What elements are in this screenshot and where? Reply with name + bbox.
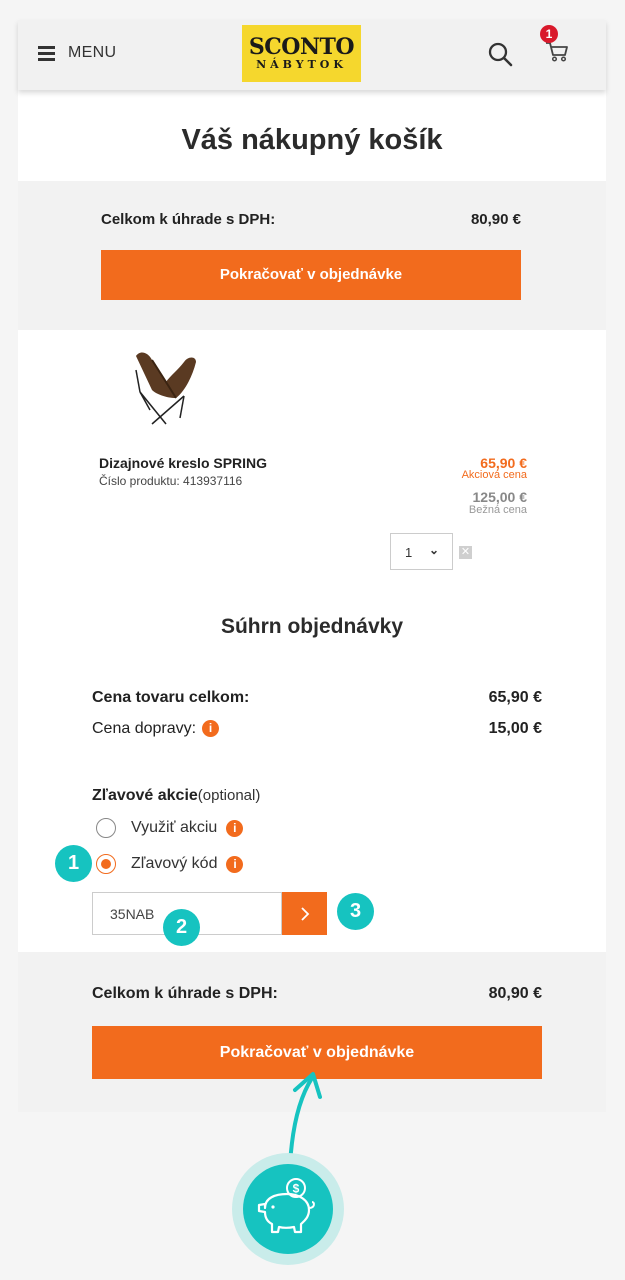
step-marker-3: 3 (337, 893, 374, 930)
radio-button-selected[interactable] (96, 854, 116, 874)
chevron-down-icon: ⌄ (429, 543, 440, 557)
quantity-value: 1 (405, 545, 413, 560)
logo-line2: NÁBYTOK (256, 57, 347, 71)
page-title: Váš nákupný košík (181, 124, 443, 156)
bottom-total-label: Celkom k úhrade s DPH: (92, 985, 278, 1002)
shipping-value: 15,00 € (488, 720, 542, 737)
menu-button[interactable]: MENU (38, 44, 116, 62)
sale-price-label: Akciová cena (461, 469, 527, 481)
site-header: MENU SCONTO NÁBYTOK 1 (18, 20, 606, 90)
top-total-value: 80,90 € (470, 211, 521, 228)
radio-button[interactable] (96, 818, 116, 838)
product-image[interactable] (126, 348, 200, 430)
product-number: Číslo produktu: 413937116 (99, 474, 243, 488)
piggy-bank-badge: $ (232, 1153, 344, 1265)
continue-order-button-top[interactable]: Pokračovať v objednávke (101, 250, 521, 300)
goods-total-label: Cena tovaru celkom: (92, 689, 250, 706)
top-total-box: Celkom k úhrade s DPH: 80,90 € Pokračova… (18, 181, 606, 330)
goods-total-value: 65,90 € (488, 689, 542, 706)
sconto-logo[interactable]: SCONTO NÁBYTOK (242, 25, 361, 82)
shipping-row: Cena dopravy: i (92, 720, 220, 738)
summary-title: Súhrn objednávky (220, 615, 404, 638)
shipping-label: Cena dopravy: (92, 720, 197, 737)
chevron-right-icon (300, 906, 309, 921)
apply-code-button[interactable] (282, 892, 327, 935)
step-marker-1: 1 (55, 845, 92, 882)
radio-use-promotion[interactable]: Využiť akciu i (96, 818, 244, 838)
product-name[interactable]: Dizajnové kreslo SPRING (99, 455, 267, 471)
continue-order-button-bottom[interactable]: Pokračovať v objednávke (92, 1026, 542, 1079)
radio-label: Zľavový kód (131, 855, 218, 872)
menu-label: MENU (68, 44, 117, 61)
info-icon[interactable]: i (202, 720, 220, 737)
bottom-total-value: 80,90 € (488, 985, 542, 1002)
cart-count-badge: 1 (540, 25, 558, 43)
svg-text:$: $ (293, 1182, 300, 1196)
discount-title: Zľavové akcie(optional) (92, 787, 260, 805)
cart-page: MENU SCONTO NÁBYTOK 1 Váš nákupný košík … (18, 20, 606, 1112)
discount-optional-label: (optional) (197, 787, 261, 804)
regular-price-label: Bežná cena (468, 504, 527, 516)
search-icon[interactable] (486, 40, 516, 70)
hamburger-icon (38, 46, 55, 61)
info-icon[interactable]: i (226, 855, 244, 873)
piggy-bank-icon: $ (243, 1164, 333, 1254)
remove-item-icon[interactable]: ✕ (459, 546, 472, 559)
regular-price: 125,00 € (472, 489, 528, 505)
logo-line1: SCONTO (248, 33, 355, 60)
discount-title-text: Zľavové akcie (92, 787, 198, 804)
quantity-select[interactable]: 1 ⌄ (390, 533, 453, 570)
radio-discount-code[interactable]: Zľavový kód i (96, 854, 244, 874)
top-total-label: Celkom k úhrade s DPH: (101, 211, 276, 228)
radio-label: Využiť akciu (131, 819, 218, 836)
step-marker-2: 2 (163, 909, 200, 946)
bottom-total-box: Celkom k úhrade s DPH: 80,90 € Pokračova… (18, 952, 606, 1112)
info-icon[interactable]: i (226, 819, 244, 837)
